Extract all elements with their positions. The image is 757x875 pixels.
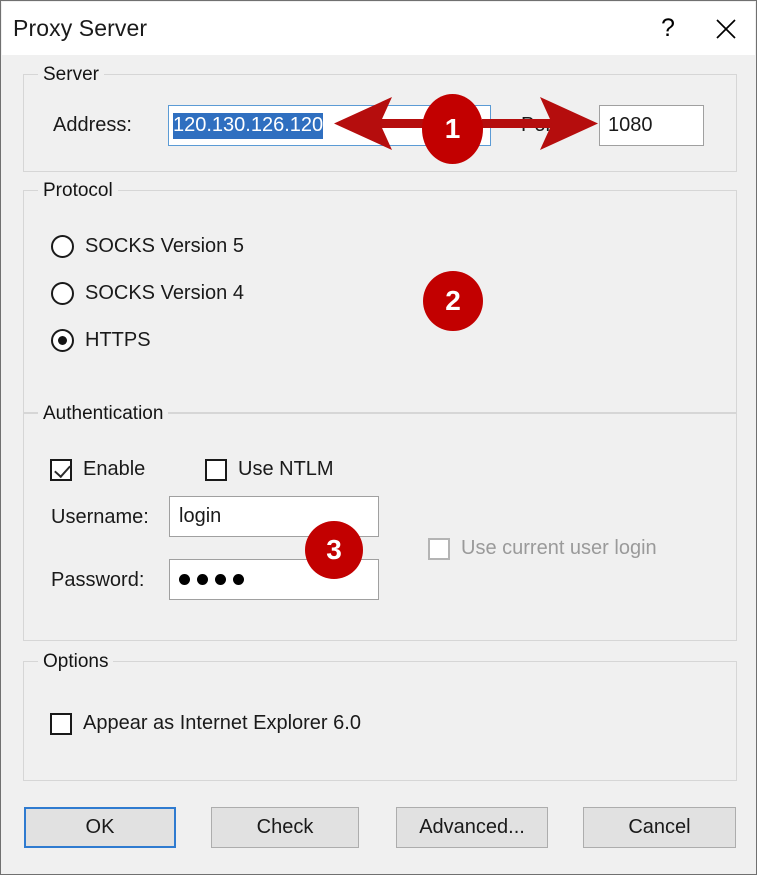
radio-socks5[interactable]: SOCKS Version 5 [51, 235, 244, 258]
advanced-button[interactable]: Advanced... [396, 807, 548, 848]
password-dot [197, 574, 208, 585]
username-input[interactable]: login [169, 496, 379, 537]
check-button-label: Check [256, 816, 314, 838]
radio-circle-icon [51, 282, 74, 305]
cancel-button-label: Cancel [628, 816, 691, 838]
password-dot [215, 574, 226, 585]
checkbox-appear-as-ie6-label: Appear as Internet Explorer 6.0 [83, 712, 361, 734]
checkbox-use-current-user-login-label: Use current user login [461, 537, 657, 559]
password-input[interactable] [169, 559, 379, 600]
checkbox-enable[interactable]: Enable [50, 458, 145, 481]
address-input[interactable]: 120.130.126.120 [168, 105, 491, 146]
checkbox-unchecked-disabled-icon [428, 537, 450, 560]
window-title: Proxy Server [13, 15, 148, 41]
server-group: Server Address: 120.130.126.120 Port: 10… [23, 64, 737, 172]
password-dot [233, 574, 244, 585]
server-group-label: Server [38, 64, 104, 86]
radio-socks5-label: SOCKS Version 5 [85, 235, 244, 257]
dialog-body: Server Address: 120.130.126.120 Port: 10… [2, 55, 755, 873]
checkbox-enable-label: Enable [83, 458, 146, 480]
check-button[interactable]: Check [211, 807, 359, 848]
port-label: Port: [521, 114, 564, 136]
options-group-label: Options [38, 651, 114, 673]
help-icon[interactable]: ? [639, 2, 697, 55]
protocol-group-label: Protocol [38, 180, 118, 202]
radio-circle-selected-icon [51, 329, 74, 352]
password-dot [179, 574, 190, 585]
protocol-group: Protocol SOCKS Version 5 SOCKS Version 4… [23, 180, 737, 413]
radio-circle-icon [51, 235, 74, 258]
address-input-value: 120.130.126.120 [173, 112, 324, 139]
radio-https-label: HTTPS [85, 329, 151, 351]
ok-button[interactable]: OK [24, 807, 176, 848]
close-icon[interactable] [697, 2, 755, 55]
checkbox-unchecked-icon [50, 712, 72, 735]
cancel-button[interactable]: Cancel [583, 807, 736, 848]
checkbox-use-current-user-login: Use current user login [428, 537, 657, 560]
username-input-value: login [179, 505, 222, 527]
authentication-group: Authentication Enable Use NTLM Username:… [23, 403, 737, 641]
checkbox-checked-icon [50, 458, 72, 481]
checkbox-use-ntlm-label: Use NTLM [238, 458, 334, 480]
checkbox-unchecked-icon [205, 458, 227, 481]
title-bar: Proxy Server ? [2, 2, 755, 55]
radio-socks4[interactable]: SOCKS Version 4 [51, 282, 244, 305]
proxy-server-dialog: Proxy Server ? Server Address: 120.130.1… [0, 0, 757, 875]
checkbox-use-ntlm[interactable]: Use NTLM [205, 458, 334, 481]
options-group: Options Appear as Internet Explorer 6.0 [23, 651, 737, 781]
ok-button-label: OK [85, 816, 115, 838]
radio-socks4-label: SOCKS Version 4 [85, 282, 244, 304]
username-label: Username: [51, 506, 149, 528]
checkbox-appear-as-ie6[interactable]: Appear as Internet Explorer 6.0 [50, 712, 361, 735]
password-label: Password: [51, 569, 145, 591]
authentication-group-label: Authentication [38, 403, 169, 425]
port-input-value: 1080 [608, 114, 653, 136]
port-input[interactable]: 1080 [599, 105, 704, 146]
advanced-button-label: Advanced... [419, 816, 525, 838]
address-label: Address: [53, 114, 132, 136]
password-masked-value [179, 574, 244, 585]
radio-https[interactable]: HTTPS [51, 329, 151, 352]
